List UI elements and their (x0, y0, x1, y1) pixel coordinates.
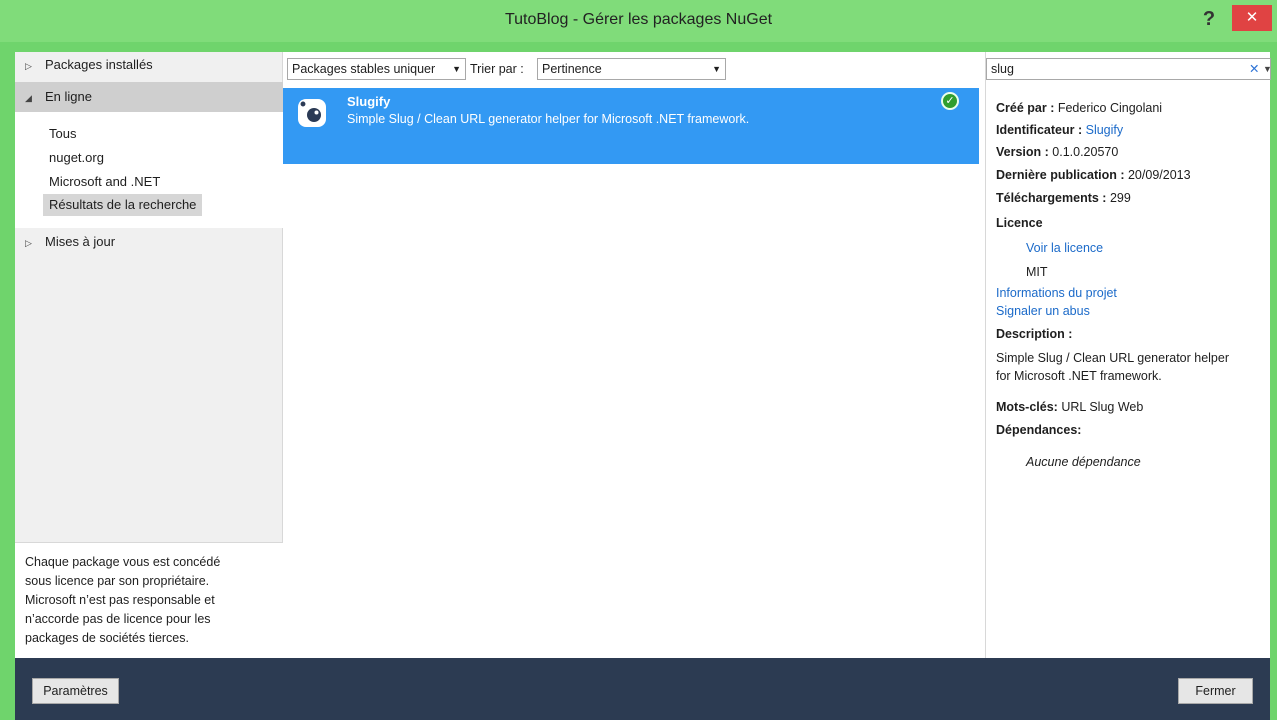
details-pane: slug ✕ ▼ Créé par : Federico Cingolani I… (985, 52, 1272, 658)
toolbar: Packages stables uniquer ▼ Trier par : P… (283, 52, 985, 86)
expand-arrow-icon: ▷ (25, 61, 32, 71)
sidebar-item-updates[interactable]: ▷ Mises à jour (15, 228, 283, 256)
sort-select[interactable]: Pertinence ▼ (537, 58, 726, 80)
dropdown-arrow-icon: ▼ (712, 64, 721, 74)
collapse-arrow-icon: ◢ (25, 93, 32, 103)
identifier-row: Identificateur : Slugify (996, 123, 1124, 137)
tags-row: Mots-clés: URL Slug Web (996, 400, 1144, 414)
published-row: Dernière publication : 20/09/2013 (996, 168, 1191, 182)
filter-select[interactable]: Packages stables uniquer ▼ (287, 58, 466, 80)
package-icon (298, 99, 326, 127)
dropdown-arrow-icon: ▼ (452, 64, 461, 74)
sort-label: Trier par : (470, 62, 524, 76)
filter-select-value: Packages stables uniquer (292, 62, 436, 76)
clear-search-icon[interactable]: ✕ (1249, 59, 1259, 79)
dialog-body: ▷ Packages installés ◢ En ligne Tous nuget… (15, 52, 1272, 658)
dialog-footer: Paramètres Fermer (15, 658, 1270, 720)
source-item-all[interactable]: Tous (43, 123, 82, 145)
close-window-button[interactable]: ✕ (1232, 5, 1272, 31)
expand-arrow-icon: ▷ (25, 238, 32, 248)
dependencies-value: Aucune dépendance (1026, 455, 1141, 469)
sidebar-item-online[interactable]: ◢ En ligne (15, 82, 283, 112)
title-bar: TutoBlog - Gérer les packages NuGet ? ✕ (0, 0, 1277, 42)
disclaimer-line: Chaque package vous est concédé (25, 555, 221, 569)
list-item[interactable]: Slugify Simple Slug / Clean URL generato… (283, 88, 979, 164)
search-input-value: slug (991, 62, 1014, 76)
disclaimer-line: Microsoft n’est pas responsable et (25, 593, 215, 607)
source-item-nuget[interactable]: nuget.org (43, 147, 110, 169)
package-name: Slugify (347, 94, 391, 109)
sort-select-value: Pertinence (542, 62, 602, 76)
dependencies-heading: Dépendances: (996, 423, 1082, 437)
license-value: MIT (1026, 265, 1048, 279)
close-button[interactable]: Fermer (1178, 678, 1253, 704)
sidebar: ▷ Packages installés ◢ En ligne Tous nuget… (15, 52, 283, 658)
sidebar-item-label: Mises à jour (45, 234, 116, 249)
help-button[interactable]: ? (1196, 6, 1222, 32)
disclaimer-line: sous licence par son propriétaire. (25, 574, 210, 588)
license-heading: Licence (996, 216, 1043, 230)
sidebar-item-label: En ligne (45, 89, 92, 104)
settings-button[interactable]: Paramètres (32, 678, 119, 704)
project-info-link[interactable]: Informations du projet (996, 286, 1117, 300)
view-license-link[interactable]: Voir la licence (1026, 241, 1103, 255)
installed-check-icon: ✓ (941, 92, 959, 110)
identifier-link[interactable]: Slugify (1086, 123, 1124, 137)
source-item-microsoft[interactable]: Microsoft and .NET (43, 171, 166, 193)
sidebar-item-installed[interactable]: ▷ Packages installés (15, 52, 283, 78)
online-sources-list: Tous nuget.org Microsoft and .NET Résult… (15, 112, 283, 228)
sidebar-item-label: Packages installés (45, 57, 153, 72)
package-description: Simple Slug / Clean URL generator helper… (347, 112, 750, 126)
results-list: Slugify Simple Slug / Clean URL generato… (283, 86, 985, 658)
version-row: Version : 0.1.0.20570 (996, 145, 1119, 159)
search-dropdown-icon[interactable]: ▼ (1263, 59, 1272, 79)
downloads-row: Téléchargements : 299 (996, 191, 1131, 205)
created-by-row: Créé par : Federico Cingolani (996, 101, 1163, 115)
search-input[interactable]: slug ✕ ▼ (986, 58, 1272, 80)
window-title: TutoBlog - Gérer les packages NuGet (504, 11, 773, 28)
description-line: for Microsoft .NET framework. (996, 369, 1162, 383)
description-heading: Description : (996, 327, 1073, 341)
license-disclaimer: Chaque package vous est concédé sous lic… (15, 542, 283, 658)
disclaimer-line: n’accorde pas de licence pour les (25, 612, 211, 626)
disclaimer-line: packages de sociétés tierces. (25, 631, 189, 645)
description-line: Simple Slug / Clean URL generator helper (996, 351, 1229, 365)
source-item-search-results[interactable]: Résultats de la recherche (43, 194, 203, 216)
report-abuse-link[interactable]: Signaler un abus (996, 304, 1090, 318)
